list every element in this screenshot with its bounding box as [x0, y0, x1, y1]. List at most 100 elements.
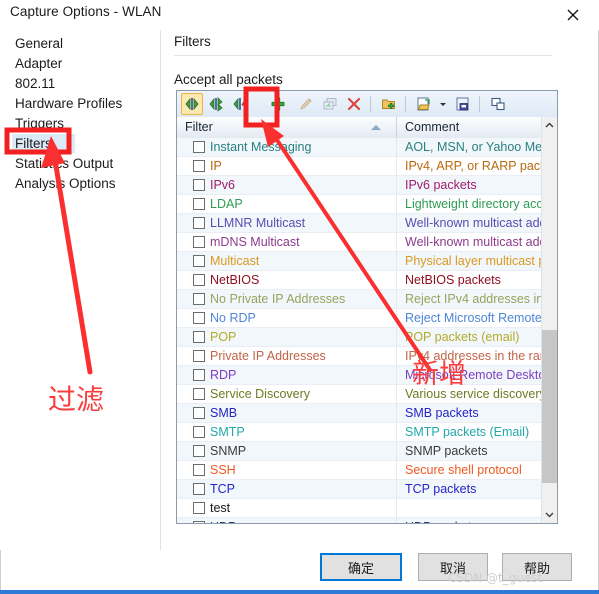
sidebar-item-hardware-profiles[interactable]: Hardware Profiles — [12, 94, 125, 113]
row-checkbox[interactable] — [193, 141, 205, 153]
row-checkbox[interactable] — [193, 445, 205, 457]
sidebar-item-analysis-options[interactable]: Analysis Options — [12, 174, 119, 193]
table-row[interactable]: SMB SMB packets — [177, 404, 541, 423]
row-checkbox[interactable] — [193, 407, 205, 419]
close-button[interactable] — [553, 2, 593, 28]
sidebar-item-triggers[interactable]: Triggers — [12, 114, 67, 133]
row-checkbox[interactable] — [193, 426, 205, 438]
scroll-up-button[interactable] — [542, 117, 557, 134]
vertical-scrollbar[interactable] — [541, 117, 557, 523]
table-row[interactable]: LDAP Lightweight directory access protoco… — [177, 195, 541, 214]
pane-divider — [174, 55, 552, 56]
table-row[interactable]: RDPMicrosoft Remote Desktop Protocol — [177, 366, 541, 385]
sidebar-item-filters[interactable]: Filters — [12, 134, 75, 153]
toolbar-separator-2 — [405, 96, 406, 112]
table-row[interactable]: UDP UDP packets — [177, 518, 541, 523]
sidebar-item-adapter[interactable]: Adapter — [12, 54, 65, 73]
row-checkbox[interactable] — [193, 502, 205, 514]
table-row[interactable]: POP POP packets (email) — [177, 328, 541, 347]
new-folder-button[interactable] — [378, 93, 400, 115]
row-checkbox[interactable] — [193, 236, 205, 248]
column-header-comment[interactable]: Comment — [396, 117, 557, 138]
table-header-row: Filter Comment — [177, 117, 557, 139]
filter-comment: Reject Microsoft Remote Desktop … — [396, 309, 541, 328]
sidebar-item-general[interactable]: General — [12, 34, 66, 53]
scroll-down-button[interactable] — [542, 506, 557, 523]
window-bottom-accent — [0, 590, 599, 594]
accept-all-packets-button[interactable] — [181, 93, 203, 115]
table-row[interactable]: TCP TCP packets — [177, 480, 541, 499]
filter-name: UDP — [210, 518, 236, 523]
open-filter-dropdown[interactable] — [437, 93, 448, 115]
row-checkbox[interactable] — [193, 464, 205, 476]
table-row[interactable]: SMTP SMTP packets (Email) — [177, 423, 541, 442]
sidebar-item-statistics-output[interactable]: Statistics Output — [12, 154, 116, 173]
row-checkbox[interactable] — [193, 483, 205, 495]
table-row[interactable]: SSH Secure shell protocol — [177, 461, 541, 480]
row-checkbox[interactable] — [193, 274, 205, 286]
duplicate-filter-button[interactable] — [319, 93, 341, 115]
filter-name: test — [210, 501, 231, 515]
row-checkbox[interactable] — [193, 312, 205, 324]
row-checkbox[interactable] — [193, 198, 205, 210]
sidebar-item-80211[interactable]: 802.11 — [12, 74, 58, 93]
row-checkbox[interactable] — [193, 179, 205, 191]
ok-button[interactable]: 确定 — [320, 553, 402, 581]
table-row[interactable]: Instant Messaging AOL, MSN, or Yahoo Mess… — [177, 138, 541, 157]
arrange-button[interactable] — [487, 93, 509, 115]
table-row[interactable]: Private IP Addresses IPv4 addresses in th… — [177, 347, 541, 366]
filters-toolbar — [177, 91, 557, 118]
add-filter-button[interactable] — [267, 93, 289, 115]
column-header-filter[interactable]: Filter — [177, 117, 396, 138]
filter-comment: Reject IPv4 addresses in the rang… — [396, 290, 541, 309]
row-checkbox[interactable] — [193, 521, 205, 523]
table-row[interactable]: test — [177, 499, 541, 518]
filter-name: SNMP — [210, 444, 247, 458]
reject-matching-button[interactable] — [229, 93, 251, 115]
filter-name: NetBIOS — [210, 273, 260, 287]
table-row[interactable]: Multicast Physical layer multicast packet… — [177, 252, 541, 271]
row-checkbox[interactable] — [193, 255, 205, 267]
plus-icon — [271, 97, 285, 111]
row-checkbox[interactable] — [193, 217, 205, 229]
filter-name: Service Discovery — [210, 387, 311, 401]
save-disk-icon — [456, 97, 469, 111]
open-filter-button[interactable] — [413, 93, 435, 115]
filter-name: SMB — [210, 406, 238, 420]
row-checkbox[interactable] — [193, 331, 205, 343]
filter-red-arrow-icon — [233, 97, 247, 111]
pencil-icon — [300, 98, 312, 110]
cascade-windows-icon — [491, 97, 505, 111]
table-row[interactable]: mDNS Multicast Well-known multicast addre… — [177, 233, 541, 252]
scrollbar-thumb[interactable] — [542, 330, 557, 483]
delete-filter-button[interactable] — [343, 93, 365, 115]
save-filter-button[interactable] — [452, 93, 474, 115]
table-row[interactable]: SNMP SNMP packets — [177, 442, 541, 461]
table-row[interactable]: LLMNR Multicast Well-known multicast addr… — [177, 214, 541, 233]
row-checkbox[interactable] — [193, 369, 205, 381]
table-row[interactable]: No RDP Reject Microsoft Remote Desktop … — [177, 309, 541, 328]
row-checkbox[interactable] — [193, 388, 205, 400]
table-row[interactable]: IPv6 IPv6 packets — [177, 176, 541, 195]
filter-name: Instant Messaging — [210, 140, 312, 154]
duplicate-icon — [323, 98, 337, 110]
accept-matching-button[interactable] — [205, 93, 227, 115]
settings-sidebar: General Adapter 802.11 Hardware Profiles… — [0, 30, 160, 550]
filter-name: IPv6 — [210, 178, 236, 192]
table-row[interactable]: IP IPv4, ARP, or RARP packets — [177, 157, 541, 176]
folder-plus-icon — [382, 99, 395, 109]
row-checkbox[interactable] — [193, 350, 205, 362]
annotation-label-filter: 过滤 — [48, 383, 105, 416]
filter-comment: IPv4, ARP, or RARP packets — [396, 157, 541, 176]
filter-comment: Secure shell protocol — [396, 461, 541, 480]
table-row[interactable]: Service Discovery Various service discove… — [177, 385, 541, 404]
red-x-icon — [347, 97, 361, 111]
filter-name: IP — [210, 159, 222, 173]
table-row[interactable]: No Private IP Addresses Reject IPv4 addre… — [177, 290, 541, 309]
open-folder-icon — [417, 97, 430, 111]
table-row[interactable]: NetBIOS NetBIOS packets — [177, 271, 541, 290]
filter-comment: NetBIOS packets — [396, 271, 541, 290]
row-checkbox[interactable] — [193, 160, 205, 172]
row-checkbox[interactable] — [193, 293, 205, 305]
edit-filter-button[interactable] — [295, 93, 317, 115]
